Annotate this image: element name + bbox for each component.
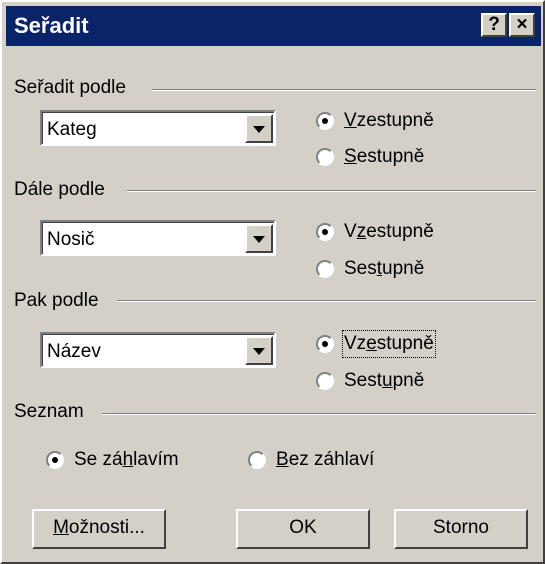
ok-button[interactable]: OK bbox=[236, 509, 370, 549]
then-by-value: Nosič bbox=[47, 229, 95, 250]
radio-checked-icon bbox=[316, 223, 334, 241]
then-by-combo[interactable]: Nosič bbox=[40, 220, 276, 256]
radio-unchecked-icon bbox=[316, 260, 334, 278]
options-button[interactable]: Možnosti... bbox=[32, 509, 166, 549]
group-label-list: Seznam bbox=[14, 400, 96, 424]
sort-by-dropdown-button[interactable] bbox=[245, 114, 273, 143]
then-by-2-descending-radio[interactable]: Sestupně bbox=[316, 369, 424, 393]
radio-checked-icon bbox=[316, 335, 334, 353]
radio-label: Sestupně bbox=[344, 146, 425, 167]
then-by-dropdown-button[interactable] bbox=[245, 224, 273, 253]
dialog-title: Seřadit bbox=[14, 13, 89, 38]
sort-by-descending-radio[interactable]: Sestupně bbox=[316, 145, 424, 169]
radio-checked-icon bbox=[46, 451, 64, 469]
then-by-ascending-radio[interactable]: Vzestupně bbox=[316, 220, 434, 244]
group-divider bbox=[117, 300, 536, 302]
then-by-2-value: Název bbox=[47, 341, 101, 362]
radio-label: Sestupně bbox=[344, 370, 425, 391]
sort-by-ascending-radio[interactable]: Vzestupně bbox=[316, 109, 434, 133]
radio-unchecked-icon bbox=[316, 372, 334, 390]
radio-label: Sestupně bbox=[344, 258, 425, 279]
group-divider bbox=[152, 89, 536, 91]
group-label-then-by: Dále podle bbox=[14, 178, 117, 202]
radio-label: Bez záhlaví bbox=[276, 449, 375, 470]
help-button[interactable]: ? bbox=[481, 13, 507, 37]
cancel-button[interactable]: Storno bbox=[394, 509, 528, 549]
radio-checked-icon bbox=[316, 112, 334, 130]
radio-label: Vzestupně bbox=[344, 221, 434, 242]
sort-dialog: Seřadit ? × Seřadit podle Kateg Vzestupn… bbox=[0, 0, 545, 564]
without-header-radio[interactable]: Bez záhlaví bbox=[248, 448, 374, 472]
then-by-2-combo[interactable]: Název bbox=[40, 332, 276, 368]
title-bar: Seřadit ? × bbox=[6, 6, 541, 46]
with-header-radio[interactable]: Se záhlavím bbox=[46, 448, 179, 472]
group-divider bbox=[127, 190, 536, 192]
then-by-2-dropdown-button[interactable] bbox=[245, 336, 273, 365]
radio-label: Vzestupně bbox=[342, 330, 436, 358]
group-divider bbox=[102, 413, 536, 415]
close-button[interactable]: × bbox=[509, 13, 535, 37]
chevron-down-icon bbox=[253, 236, 265, 243]
then-by-2-ascending-radio[interactable]: Vzestupně bbox=[316, 330, 436, 358]
radio-unchecked-icon bbox=[316, 148, 334, 166]
sort-by-value: Kateg bbox=[47, 119, 97, 140]
sort-by-combo[interactable]: Kateg bbox=[40, 110, 276, 146]
radio-unchecked-icon bbox=[248, 451, 266, 469]
group-label-then-by-2: Pak podle bbox=[14, 289, 111, 313]
chevron-down-icon bbox=[253, 348, 265, 355]
radio-label: Vzestupně bbox=[344, 110, 434, 131]
group-label-sort-by: Seřadit podle bbox=[14, 76, 138, 100]
radio-label: Se záhlavím bbox=[74, 449, 179, 470]
chevron-down-icon bbox=[253, 126, 265, 133]
then-by-descending-radio[interactable]: Sestupně bbox=[316, 257, 424, 281]
